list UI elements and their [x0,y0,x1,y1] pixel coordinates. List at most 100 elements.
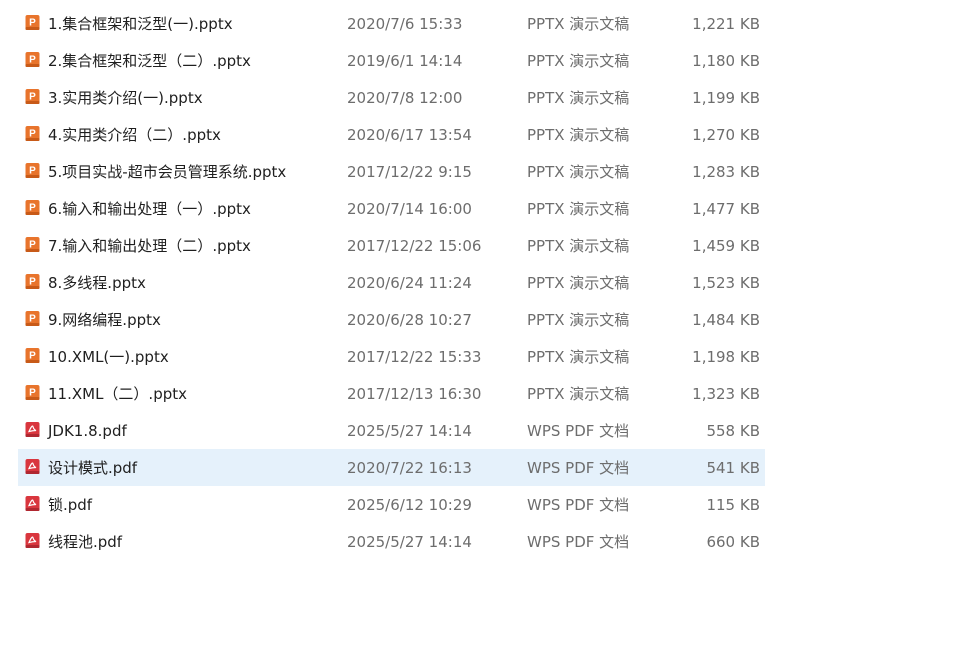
file-name[interactable]: 11.XML（二）.pptx [48,383,187,404]
file-name[interactable]: 10.XML(一).pptx [48,346,169,367]
pdf-file-icon [25,459,40,474]
pdf-file-icon [25,496,40,511]
file-modified-date: 2020/7/14 16:00 [347,199,472,218]
svg-text:P: P [29,277,36,288]
file-row[interactable]: P 2.集合框架和泛型（二）.pptx 2019/6/1 14:14 PPTX 演示文… [18,42,765,79]
file-name[interactable]: 6.输入和输出处理（一）.pptx [48,198,251,219]
file-name[interactable]: 3.实用类介绍(一).pptx [48,87,203,108]
file-modified-date: 2017/12/22 15:06 [347,236,482,255]
file-row[interactable]: 线程池.pdf 2025/5/27 14:14 WPS PDF 文档 660 KB [18,523,765,560]
file-size: 1,523 KB [692,273,760,292]
file-name[interactable]: 4.实用类介绍（二）.pptx [48,124,221,145]
pptx-file-icon: P [25,237,40,252]
file-name[interactable]: 5.项目实战-超市会员管理系统.pptx [48,161,286,182]
file-modified-date: 2025/5/27 14:14 [347,421,472,440]
pptx-file-icon: P [25,15,40,30]
file-type: WPS PDF 文档 [527,459,630,477]
file-list: P 1.集合框架和泛型(一).pptx 2020/7/6 15:33 PPTX 演示文… [18,5,765,560]
file-size: 660 KB [706,532,760,551]
svg-text:P: P [29,129,36,140]
file-row[interactable]: P 7.输入和输出处理（二）.pptx 2017/12/22 15:06 PPTX 演… [18,227,765,264]
file-modified-date: 2017/12/22 9:15 [347,162,472,181]
svg-text:P: P [29,55,36,66]
svg-text:P: P [29,351,36,362]
file-size: 1,221 KB [692,14,760,33]
file-size: 115 KB [706,495,760,514]
svg-text:P: P [29,240,36,251]
file-row[interactable]: P 6.输入和输出处理（一）.pptx 2020/7/14 16:00 PPTX 演示… [18,190,765,227]
file-type: WPS PDF 文档 [527,422,630,440]
file-size: 1,198 KB [692,347,760,366]
file-row[interactable]: P 1.集合框架和泛型(一).pptx 2020/7/6 15:33 PPTX 演示文… [18,5,765,42]
file-modified-date: 2020/7/6 15:33 [347,14,463,33]
file-size: 541 KB [706,458,760,477]
file-type: PPTX 演示文稿 [527,15,630,33]
file-row[interactable]: P 5.项目实战-超市会员管理系统.pptx 2017/12/22 9:15 PPTX… [18,153,765,190]
file-size: 1,477 KB [692,199,760,218]
file-type: PPTX 演示文稿 [527,200,630,218]
file-name[interactable]: 7.输入和输出处理（二）.pptx [48,235,251,256]
file-modified-date: 2020/7/22 16:13 [347,458,472,477]
file-row[interactable]: P 8.多线程.pptx 2020/6/24 11:24 PPTX 演示文稿 1,523… [18,264,765,301]
file-type: WPS PDF 文档 [527,533,630,551]
pdf-file-icon [25,422,40,437]
file-modified-date: 2020/6/17 13:54 [347,125,472,144]
file-size: 1,459 KB [692,236,760,255]
file-row[interactable]: P 11.XML（二）.pptx 2017/12/13 16:30 PPTX 演示文稿… [18,375,765,412]
file-modified-date: 2017/12/13 16:30 [347,384,482,403]
pptx-file-icon: P [25,52,40,67]
file-row[interactable]: P 10.XML(一).pptx 2017/12/22 15:33 PPTX 演示文稿… [18,338,765,375]
file-name[interactable]: 8.多线程.pptx [48,272,146,293]
file-row[interactable]: JDK1.8.pdf 2025/5/27 14:14 WPS PDF 文档 558 K… [18,412,765,449]
file-name[interactable]: 9.网络编程.pptx [48,309,161,330]
file-modified-date: 2020/6/28 10:27 [347,310,472,329]
svg-text:P: P [29,314,36,325]
file-type: PPTX 演示文稿 [527,237,630,255]
svg-text:P: P [29,166,36,177]
file-row[interactable]: P 9.网络编程.pptx 2020/6/28 10:27 PPTX 演示文稿 1,48… [18,301,765,338]
file-type: WPS PDF 文档 [527,496,630,514]
pptx-file-icon: P [25,126,40,141]
file-size: 1,484 KB [692,310,760,329]
file-size: 1,199 KB [692,88,760,107]
file-type: PPTX 演示文稿 [527,89,630,107]
file-size: 558 KB [706,421,760,440]
pptx-file-icon: P [25,311,40,326]
file-type: PPTX 演示文稿 [527,163,630,181]
pdf-file-icon [25,533,40,548]
pptx-file-icon: P [25,348,40,363]
svg-text:P: P [29,388,36,399]
file-modified-date: 2025/5/27 14:14 [347,532,472,551]
pptx-file-icon: P [25,200,40,215]
file-size: 1,283 KB [692,162,760,181]
file-type: PPTX 演示文稿 [527,126,630,144]
file-modified-date: 2020/6/24 11:24 [347,273,472,292]
pptx-file-icon: P [25,163,40,178]
file-name[interactable]: JDK1.8.pdf [48,422,127,440]
svg-text:P: P [29,18,36,29]
file-row[interactable]: 锁.pdf 2025/6/12 10:29 WPS PDF 文档 115 KB [18,486,765,523]
file-type: PPTX 演示文稿 [527,311,630,329]
file-modified-date: 2017/12/22 15:33 [347,347,482,366]
file-name[interactable]: 1.集合框架和泛型(一).pptx [48,13,233,34]
file-size: 1,180 KB [692,51,760,70]
file-name[interactable]: 设计模式.pdf [48,457,137,478]
file-name[interactable]: 2.集合框架和泛型（二）.pptx [48,50,251,71]
file-row[interactable]: P 3.实用类介绍(一).pptx 2020/7/8 12:00 PPTX 演示文稿 1… [18,79,765,116]
file-type: PPTX 演示文稿 [527,385,630,403]
file-name[interactable]: 锁.pdf [48,494,92,515]
file-modified-date: 2019/6/1 14:14 [347,51,463,70]
file-modified-date: 2025/6/12 10:29 [347,495,472,514]
pptx-file-icon: P [25,385,40,400]
pptx-file-icon: P [25,89,40,104]
file-name[interactable]: 线程池.pdf [48,531,122,552]
file-type: PPTX 演示文稿 [527,274,630,292]
file-size: 1,323 KB [692,384,760,403]
file-type: PPTX 演示文稿 [527,52,630,70]
file-modified-date: 2020/7/8 12:00 [347,88,463,107]
file-row[interactable]: 设计模式.pdf 2020/7/22 16:13 WPS PDF 文档 541 KB [18,449,765,486]
pptx-file-icon: P [25,274,40,289]
file-row[interactable]: P 4.实用类介绍（二）.pptx 2020/6/17 13:54 PPTX 演示文稿… [18,116,765,153]
file-size: 1,270 KB [692,125,760,144]
file-type: PPTX 演示文稿 [527,348,630,366]
